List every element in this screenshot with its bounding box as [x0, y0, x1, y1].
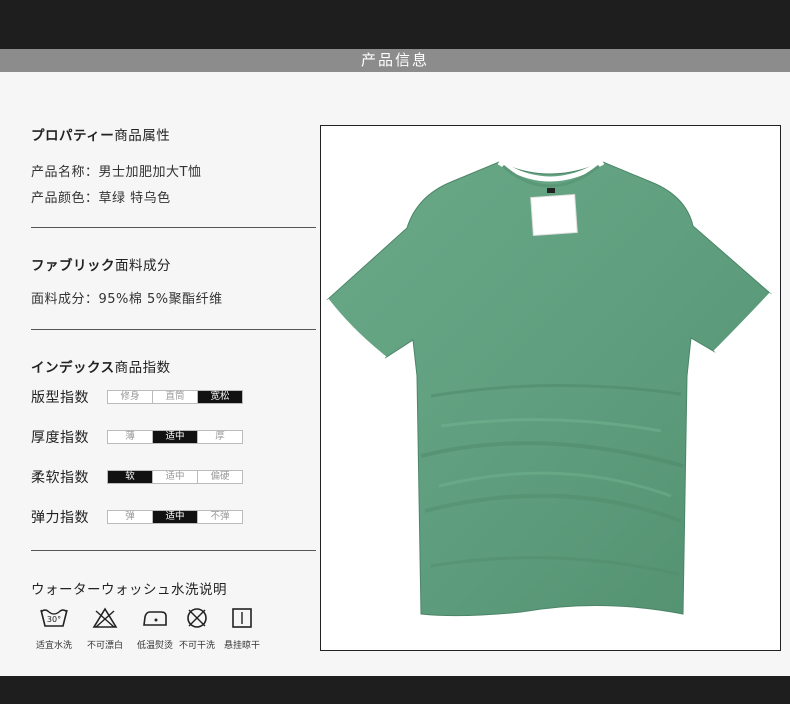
thickness-option-thin: 薄 [108, 431, 153, 443]
washing-title-jp: ウォーターウォッシュ [31, 582, 171, 598]
no-bleach-icon [92, 607, 118, 628]
thickness-option-medium: 适中 [153, 431, 198, 443]
wash-instruction-item: 不可漂白 [81, 607, 129, 651]
page-title: 产品信息 [0, 49, 790, 72]
wash-instruction-item: 30° 适宜水洗 [30, 607, 78, 651]
elasticity-option-medium: 适中 [153, 511, 198, 523]
wash-instruction-item: 低温熨烫 [131, 607, 179, 651]
fit-index-scale: 修身 直筒 宽松 [107, 390, 243, 404]
softness-index-label: 柔软指数 [31, 470, 89, 486]
fit-option-loose: 宽松 [198, 391, 242, 403]
elasticity-option-none: 不弹 [210, 511, 230, 522]
fabric-title-cn: 面料成分 [115, 258, 171, 274]
wash-instruction-item: 不可干洗 [173, 607, 221, 651]
no-dry-clean-icon [187, 608, 207, 628]
softness-option-soft: 软 [108, 471, 153, 483]
bottom-dark-band [0, 676, 790, 704]
property-title-cn: 商品属性 [114, 128, 171, 144]
index-title-jp: インデックス [31, 360, 115, 376]
fabric-section-title: ファブリック面料成分 [31, 254, 171, 274]
wash-label: 悬挂晾干 [223, 641, 260, 651]
top-dark-band [0, 0, 790, 49]
softness-option-medium: 适中 [153, 471, 198, 483]
washing-section-title: ウォーターウォッシュ水洗说明 [31, 578, 227, 598]
product-name-line: 产品名称：男士加肥加大T恤 [31, 165, 202, 180]
wash-label: 不可干洗 [178, 641, 215, 651]
fit-option-straight: 直筒 [153, 391, 198, 403]
fabric-title-jp: ファブリック [31, 258, 115, 274]
washing-title-cn: 水洗说明 [171, 582, 227, 598]
product-color-line: 产品颜色：草绿 特乌色 [31, 191, 171, 206]
hang-dry-icon [232, 608, 252, 628]
divider [31, 550, 316, 551]
elasticity-index-label: 弹力指数 [31, 510, 89, 526]
fit-option-slim: 修身 [108, 391, 153, 403]
elasticity-index-scale: 弹 适中 不弹 [107, 510, 243, 524]
index-section-title: インデックス商品指数 [31, 356, 171, 376]
wash-label: 低温熨烫 [136, 641, 173, 651]
fabric-composition-line: 面料成分：95%棉 5%聚酯纤维 [31, 292, 223, 307]
fit-index-label: 版型指数 [31, 390, 89, 406]
wash-label: 适宜水洗 [35, 641, 72, 651]
thickness-index-scale: 薄 适中 厚 [107, 430, 243, 444]
thickness-option-thick: 厚 [215, 431, 225, 442]
low-temp-iron-icon [143, 611, 167, 626]
wash-label: 不可漂白 [86, 641, 123, 651]
softness-index-scale: 软 适中 偏硬 [107, 470, 243, 484]
wash-instruction-item: 悬挂晾干 [218, 607, 266, 651]
thickness-index-label: 厚度指数 [31, 430, 89, 446]
property-title-jp: プロパティー [31, 128, 115, 144]
elasticity-option-stretch: 弹 [108, 511, 153, 523]
wash-30-icon: 30° [40, 609, 68, 627]
index-title-cn: 商品指数 [114, 360, 171, 376]
product-photo [320, 125, 781, 651]
softness-option-hard: 偏硬 [210, 471, 230, 482]
tshirt-illustration [325, 159, 773, 617]
wash-temperature: 30° [47, 615, 61, 624]
divider [31, 227, 316, 228]
divider [31, 329, 316, 330]
property-section-title: プロパティー商品属性 [31, 124, 170, 144]
